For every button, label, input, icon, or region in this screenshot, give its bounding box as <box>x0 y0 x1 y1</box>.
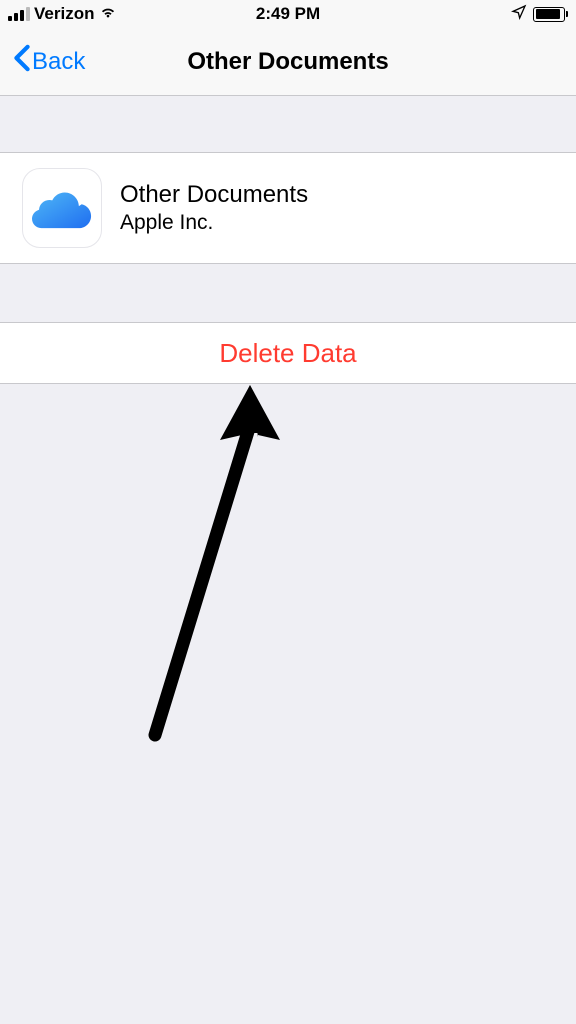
status-right <box>511 4 568 25</box>
signal-strength-icon <box>8 7 30 21</box>
back-button[interactable]: Back <box>12 44 85 79</box>
status-left: Verizon <box>8 2 118 27</box>
delete-data-button[interactable]: Delete Data <box>0 322 576 384</box>
navigation-bar: Back Other Documents <box>0 28 576 96</box>
back-label: Back <box>32 48 85 76</box>
app-info-cell: Other Documents Apple Inc. <box>0 152 576 264</box>
app-info: Other Documents Apple Inc. <box>120 181 308 235</box>
annotation-arrow-icon <box>140 385 300 745</box>
chevron-left-icon <box>12 44 32 79</box>
section-spacer <box>0 96 576 152</box>
status-bar: Verizon 2:49 PM <box>0 0 576 28</box>
app-subtitle: Apple Inc. <box>120 211 308 235</box>
app-icon <box>22 168 102 248</box>
status-time: 2:49 PM <box>256 4 320 24</box>
icloud-icon <box>32 187 92 229</box>
wifi-icon <box>98 2 118 27</box>
page-title: Other Documents <box>187 48 388 76</box>
battery-icon <box>533 7 568 22</box>
location-icon <box>511 4 527 25</box>
delete-data-label: Delete Data <box>219 338 356 369</box>
carrier-label: Verizon <box>34 4 94 24</box>
section-spacer <box>0 264 576 322</box>
app-title: Other Documents <box>120 181 308 209</box>
